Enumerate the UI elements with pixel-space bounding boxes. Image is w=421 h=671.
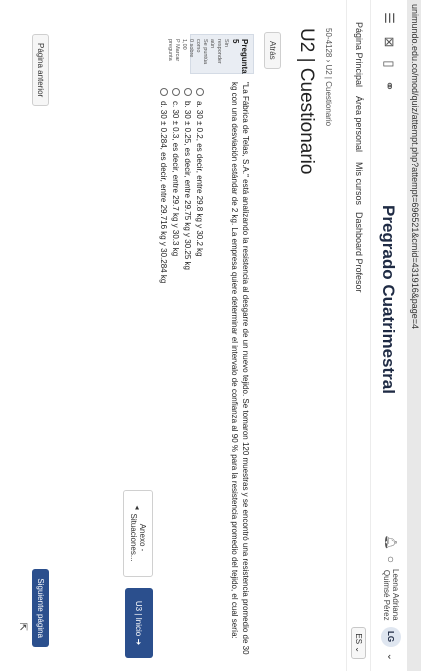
previous-page-button[interactable]: Página anterior — [32, 34, 49, 107]
document-icon[interactable]: ▯ — [381, 56, 397, 72]
question-number: Pregunta 5 — [231, 39, 249, 74]
answer-option[interactable]: d. 30 ± 0.284, es decir, entre 29.716 kg… — [158, 88, 170, 283]
url-text: unimundo.edu.co/mod/quiz/attempt.php?att… — [410, 4, 420, 329]
nav-item-courses[interactable]: Mis cursos — [354, 162, 364, 205]
question-status-cont: aún — [209, 39, 215, 49]
answer-option-label: c. 30 ± 0.3, es decir, entre 29.7 kg y 3… — [171, 101, 181, 257]
rotated-page: unimundo.edu.co/mod/quiz/attempt.php?att… — [0, 0, 421, 671]
close-icon[interactable]: ⊠ — [381, 34, 397, 50]
nav-item-dashboard[interactable]: Dashboard Profesor — [354, 212, 364, 293]
breadcrumb[interactable]: 50-4128 › U2 | Cuestionario — [324, 28, 333, 126]
answer-option-label: a. 30 ± 0.2, es decir, entre 29.8 kg y 3… — [195, 101, 205, 257]
user-name-line1: Leena Adriana — [391, 569, 400, 621]
previous-activity-link[interactable]: ◂ Anexo - Situaciones... — [123, 490, 153, 577]
radio-button[interactable] — [196, 88, 204, 96]
back-button[interactable]: Atrás — [264, 32, 281, 69]
previous-activity-label: Anexo - Situaciones... — [129, 513, 147, 562]
main-nav: Página Principal Área personal Mis curso… — [346, 0, 369, 671]
question-status: Sin responder — [216, 39, 229, 64]
site-title: Pregrado Cuatrimestral — [379, 205, 398, 394]
answer-option-label: d. 30 ± 0.284, es decir, entre 29.716 kg… — [159, 101, 169, 284]
address-bar[interactable]: unimundo.edu.co/mod/quiz/attempt.php?att… — [406, 0, 421, 671]
chat-icon[interactable]: ○ — [384, 556, 398, 563]
radio-button[interactable] — [172, 88, 180, 96]
nav-item-personal[interactable]: Área personal — [354, 96, 364, 152]
answer-option[interactable]: a. 30 ± 0.2, es decir, entre 29.8 kg y 3… — [194, 88, 206, 283]
flag-question-link[interactable]: P Marcar — [173, 39, 180, 69]
link-icon[interactable]: ⚭ — [381, 78, 397, 94]
answer-option-label: b. 30 ± 0.25, es decir, entre 29.75 kg y… — [183, 101, 193, 270]
question-score-value: 0 sobre 1,00 — [181, 39, 194, 58]
answer-options: a. 30 ± 0.2, es decir, entre 29.8 kg y 3… — [158, 88, 206, 283]
chevron-down-icon[interactable]: ⌄ — [386, 653, 397, 661]
radio-button[interactable] — [160, 88, 168, 96]
header-bar: ☰ ⊠ ▯ ⚭ Pregrado Cuatrimestral 🔔︎ ○ Leen… — [370, 0, 407, 671]
nav-item-home[interactable]: Página Principal — [354, 22, 364, 87]
menu-icon[interactable]: ☰ — [381, 10, 397, 26]
arrow-left-icon: ◂ — [133, 505, 143, 510]
avatar[interactable]: LG — [381, 626, 401, 647]
bell-icon[interactable]: 🔔︎ — [384, 535, 398, 550]
next-activity-link[interactable]: U3 | Inicio ➜ — [125, 588, 153, 658]
question-score: Se puntúa como — [195, 39, 208, 65]
radio-button[interactable] — [184, 88, 192, 96]
answer-option[interactable]: c. 30 ± 0.3, es decir, entre 29.7 kg y 3… — [170, 88, 182, 283]
next-page-button[interactable]: Siguiente página — [32, 569, 49, 647]
user-name: Leena Adriana Quimsé Pérez — [382, 569, 400, 621]
mouse-cursor-icon: ⇱ — [17, 622, 28, 631]
question-info: Pregunta 5 Sin responder aún Se puntúa c… — [167, 34, 254, 74]
user-name-line2: Quimsé Pérez — [382, 569, 391, 621]
user-menu[interactable]: 🔔︎ ○ Leena Adriana Quimsé Pérez LG ⌄ — [381, 535, 401, 661]
answer-option[interactable]: b. 30 ± 0.25, es decir, entre 29.75 kg y… — [182, 88, 194, 283]
flag-question-link-cont[interactable]: pregunta — [166, 39, 173, 69]
question-meta: Sin responder aún Se puntúa como 0 sobre… — [166, 39, 229, 69]
page-title: U2 | Cuestionario — [296, 28, 317, 175]
language-selector[interactable]: ES ⌄ — [351, 627, 366, 659]
question-text: "La Fábrica de Telas, S.A." está analiza… — [230, 82, 250, 655]
